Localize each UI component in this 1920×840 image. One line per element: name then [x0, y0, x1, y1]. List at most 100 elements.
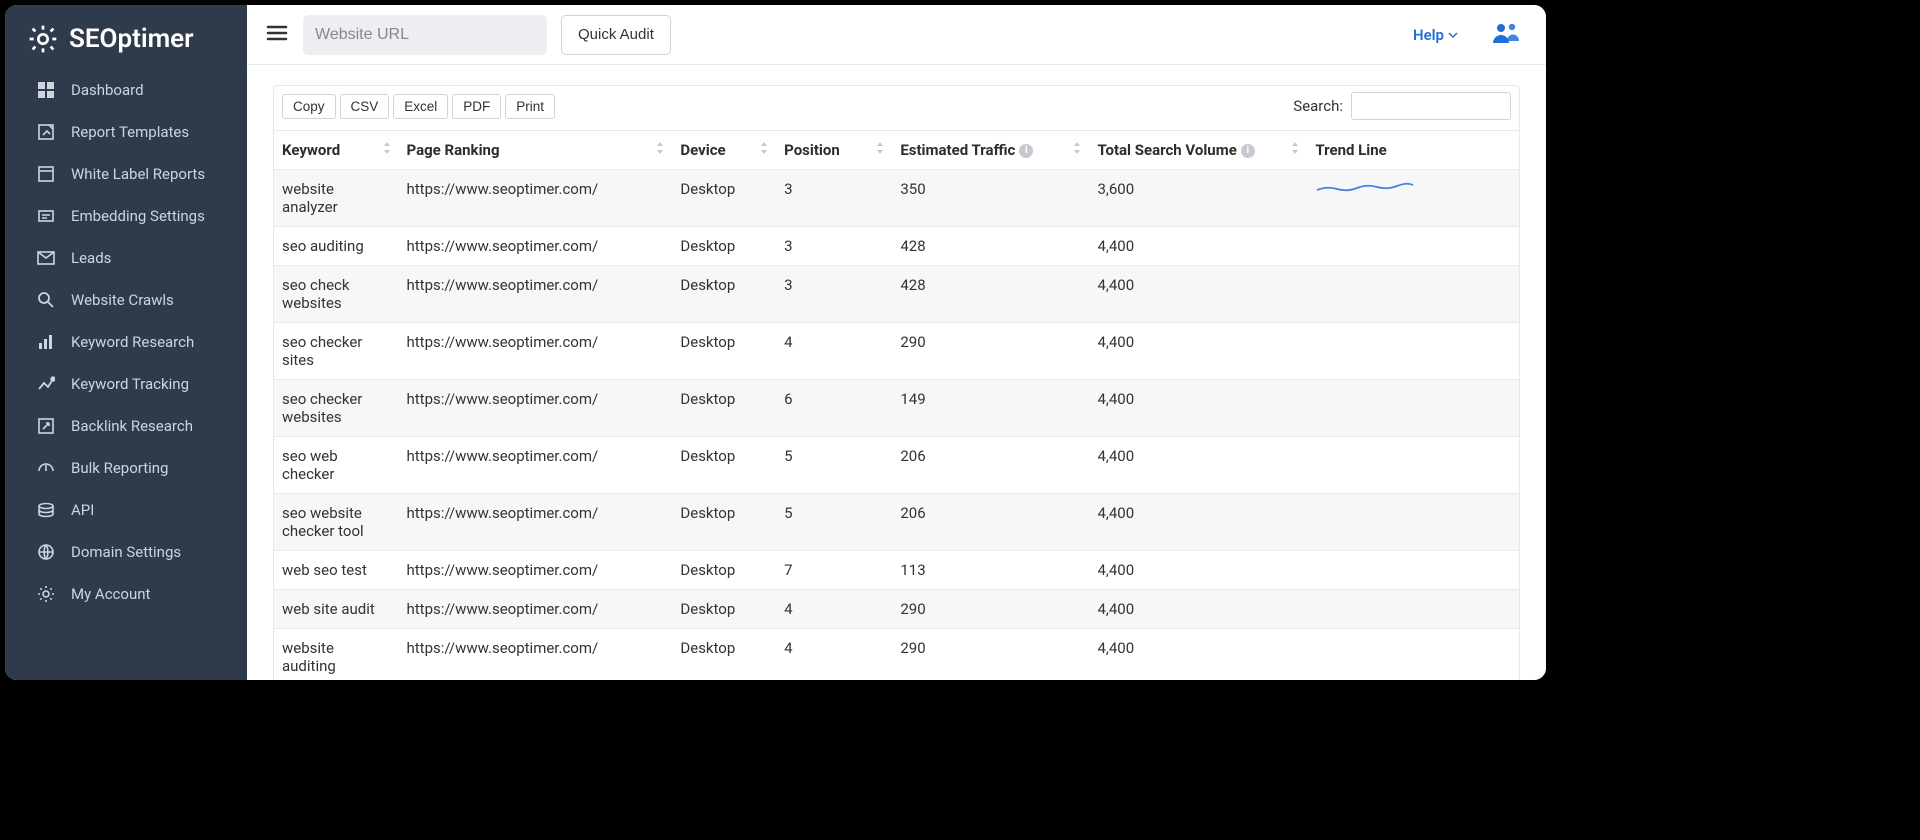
- cell-keyword: web seo test: [274, 551, 399, 590]
- sidebar-item-report-templates[interactable]: Report Templates: [5, 111, 247, 153]
- cell-position: 3: [776, 170, 892, 227]
- cell-keyword: seo auditing: [274, 227, 399, 266]
- cell-page: https://www.seoptimer.com/: [399, 170, 673, 227]
- cell-trend: [1307, 551, 1519, 590]
- col-header[interactable]: Total Search Volume i: [1089, 131, 1307, 170]
- copy-button[interactable]: Copy: [282, 94, 336, 119]
- api-icon: [37, 501, 55, 519]
- cell-page: https://www.seoptimer.com/: [399, 323, 673, 380]
- brand[interactable]: SEOptimer: [5, 5, 247, 69]
- sidebar-item-bulk-reporting[interactable]: Bulk Reporting: [5, 447, 247, 489]
- col-header[interactable]: Page Ranking: [399, 131, 673, 170]
- sidebar-item-domain-settings[interactable]: Domain Settings: [5, 531, 247, 573]
- white-label-reports-icon: [37, 165, 55, 183]
- report-templates-icon: [37, 123, 55, 141]
- table-row: seo check websiteshttps://www.seoptimer.…: [274, 266, 1519, 323]
- cell-device: Desktop: [672, 323, 776, 380]
- help-link[interactable]: Help: [1413, 26, 1458, 44]
- sidebar-item-leads[interactable]: Leads: [5, 237, 247, 279]
- sidebar-item-keyword-tracking[interactable]: Keyword Tracking: [5, 363, 247, 405]
- cell-traffic: 428: [892, 227, 1089, 266]
- col-header[interactable]: Device: [672, 131, 776, 170]
- cell-trend: [1307, 266, 1519, 323]
- cell-page: https://www.seoptimer.com/: [399, 551, 673, 590]
- keyword-research-icon: [37, 333, 55, 351]
- sidebar-item-label: White Label Reports: [71, 165, 205, 183]
- website-url-input[interactable]: [303, 15, 547, 55]
- table-row: seo checker siteshttps://www.seoptimer.c…: [274, 323, 1519, 380]
- sidebar-item-label: API: [71, 501, 94, 519]
- cell-device: Desktop: [672, 380, 776, 437]
- col-header[interactable]: Keyword: [274, 131, 399, 170]
- cell-volume: 4,400: [1089, 227, 1307, 266]
- cell-traffic: 206: [892, 437, 1089, 494]
- cell-traffic: 290: [892, 629, 1089, 681]
- cell-volume: 4,400: [1089, 380, 1307, 437]
- cell-keyword: website analyzer: [274, 170, 399, 227]
- cell-page: https://www.seoptimer.com/: [399, 590, 673, 629]
- sidebar-item-keyword-research[interactable]: Keyword Research: [5, 321, 247, 363]
- cell-volume: 4,400: [1089, 437, 1307, 494]
- cell-position: 7: [776, 551, 892, 590]
- sidebar-item-label: Embedding Settings: [71, 207, 205, 225]
- print-button[interactable]: Print: [505, 94, 555, 119]
- csv-button[interactable]: CSV: [340, 94, 390, 119]
- sidebar-item-label: Backlink Research: [71, 417, 193, 435]
- col-label: Total Search Volume: [1097, 141, 1236, 159]
- cell-trend: [1307, 590, 1519, 629]
- sidebar-item-api[interactable]: API: [5, 489, 247, 531]
- sidebar-item-my-account[interactable]: My Account: [5, 573, 247, 615]
- cell-volume: 4,400: [1089, 323, 1307, 380]
- cell-device: Desktop: [672, 590, 776, 629]
- sidebar-item-backlink-research[interactable]: Backlink Research: [5, 405, 247, 447]
- cell-trend: [1307, 380, 1519, 437]
- sidebar-item-label: Bulk Reporting: [71, 459, 168, 477]
- col-label: Page Ranking: [407, 141, 500, 159]
- cell-keyword: seo checker websites: [274, 380, 399, 437]
- sort-icon: [654, 141, 666, 159]
- cell-keyword: seo web checker: [274, 437, 399, 494]
- users-icon[interactable]: [1492, 21, 1520, 49]
- col-label: Estimated Traffic: [900, 141, 1015, 159]
- search-input[interactable]: [1351, 92, 1511, 120]
- chevron-down-icon: [1448, 30, 1458, 40]
- col-header[interactable]: Position: [776, 131, 892, 170]
- sidebar-item-embedding-settings[interactable]: Embedding Settings: [5, 195, 247, 237]
- cell-position: 4: [776, 629, 892, 681]
- sidebar-item-label: Website Crawls: [71, 291, 174, 309]
- cell-volume: 4,400: [1089, 629, 1307, 681]
- cell-traffic: 290: [892, 590, 1089, 629]
- excel-button[interactable]: Excel: [393, 94, 448, 119]
- quick-audit-button[interactable]: Quick Audit: [561, 15, 671, 55]
- cell-traffic: 149: [892, 380, 1089, 437]
- cell-position: 3: [776, 266, 892, 323]
- col-label: Keyword: [282, 141, 340, 159]
- cell-device: Desktop: [672, 227, 776, 266]
- col-label: Trend Line: [1315, 141, 1386, 159]
- sidebar-item-label: Dashboard: [71, 81, 144, 99]
- cell-trend: [1307, 323, 1519, 380]
- table-toolbar: CopyCSVExcelPDFPrint Search:: [274, 86, 1519, 130]
- info-icon: i: [1241, 144, 1255, 158]
- cell-position: 5: [776, 437, 892, 494]
- sidebar-item-dashboard[interactable]: Dashboard: [5, 69, 247, 111]
- pdf-button[interactable]: PDF: [452, 94, 501, 119]
- table-row: seo web checkerhttps://www.seoptimer.com…: [274, 437, 1519, 494]
- sidebar: SEOptimer Dashboard Report Templates White…: [5, 5, 247, 680]
- website-crawls-icon: [37, 291, 55, 309]
- menu-toggle-icon[interactable]: [265, 21, 289, 49]
- embedding-settings-icon: [37, 207, 55, 225]
- table-row: web seo testhttps://www.seoptimer.com/De…: [274, 551, 1519, 590]
- my-account-icon: [37, 585, 55, 603]
- cell-keyword: web site audit: [274, 590, 399, 629]
- cell-page: https://www.seoptimer.com/: [399, 437, 673, 494]
- sidebar-item-website-crawls[interactable]: Website Crawls: [5, 279, 247, 321]
- sort-icon: [874, 141, 886, 159]
- sidebar-item-label: Keyword Research: [71, 333, 194, 351]
- sidebar-item-label: Keyword Tracking: [71, 375, 189, 393]
- cell-device: Desktop: [672, 494, 776, 551]
- trend-sparkline: [1315, 180, 1511, 196]
- sidebar-item-white-label-reports[interactable]: White Label Reports: [5, 153, 247, 195]
- cell-keyword: seo check websites: [274, 266, 399, 323]
- col-header[interactable]: Estimated Traffici: [892, 131, 1089, 170]
